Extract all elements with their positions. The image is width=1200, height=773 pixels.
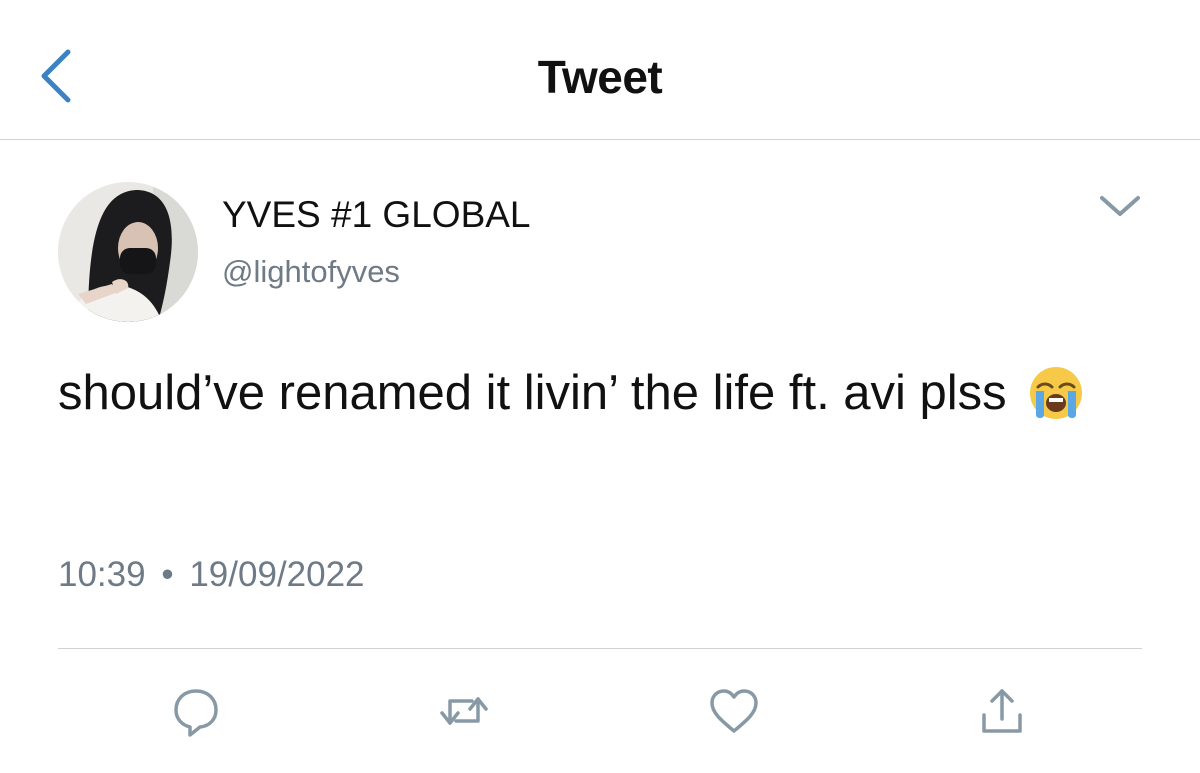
navigation-bar: Tweet <box>0 0 1200 140</box>
share-upload-icon <box>982 689 1022 733</box>
share-button[interactable] <box>974 683 1030 739</box>
loudly-crying-face-emoji <box>1028 365 1084 421</box>
author-display-name[interactable]: YVES #1 GLOBAL <box>222 194 531 236</box>
tweet-text: should’ve renamed it livin’ the life ft.… <box>58 357 1168 430</box>
heart-icon <box>710 689 758 733</box>
chevron-down-icon <box>1100 196 1140 216</box>
like-button[interactable] <box>706 683 762 739</box>
tweet-body: should’ve renamed it livin’ the life ft.… <box>58 366 1007 420</box>
avatar-photo <box>58 182 198 322</box>
divider <box>58 648 1142 649</box>
tweet-timestamp: 10:39 • 19/09/2022 <box>58 555 365 595</box>
comment-bubble-icon <box>174 689 218 737</box>
retweet-icon <box>440 697 488 725</box>
tweet-date: 19/09/2022 <box>189 555 365 594</box>
author-handle[interactable]: @lightofyves <box>222 254 400 290</box>
reply-button[interactable] <box>168 683 224 739</box>
page-title: Tweet <box>537 51 663 103</box>
avatar[interactable] <box>58 182 198 322</box>
retweet-button[interactable] <box>436 683 492 739</box>
tweet-time: 10:39 <box>58 555 146 594</box>
tweet-options-button[interactable] <box>1096 190 1144 222</box>
meta-separator: • <box>161 555 174 594</box>
